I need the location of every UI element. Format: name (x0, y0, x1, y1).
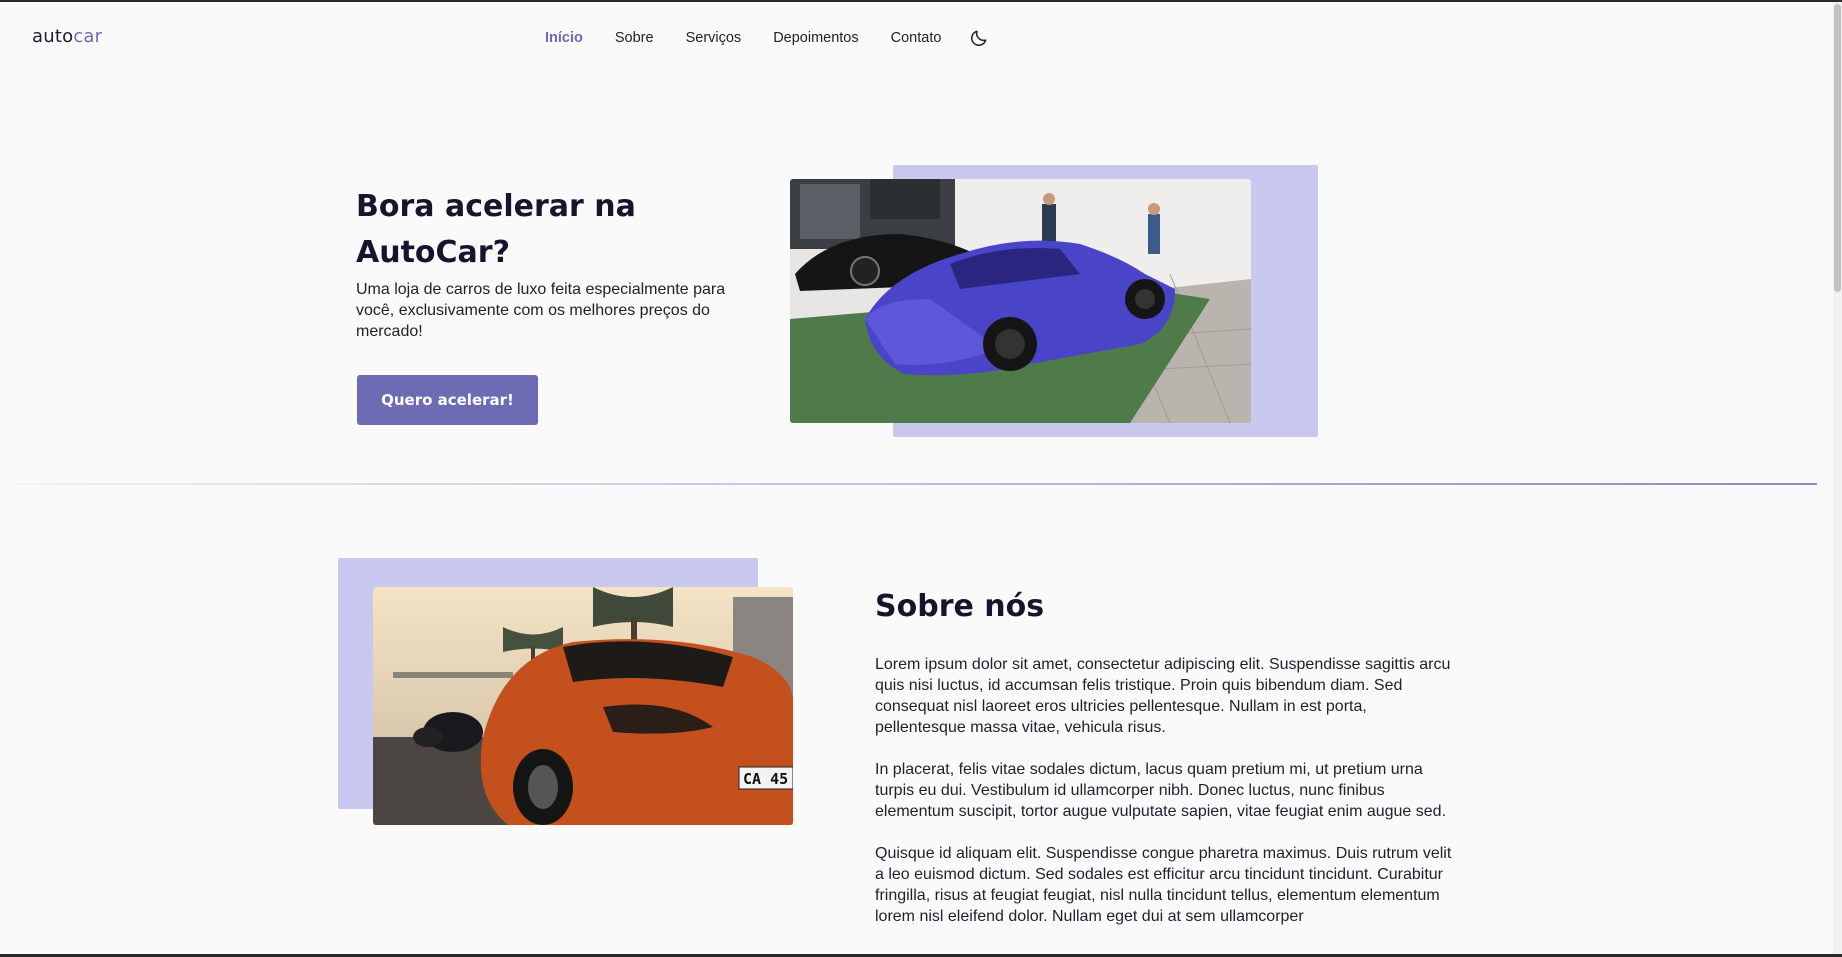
hero-title: Bora acelerar na AutoCar? (356, 189, 636, 270)
logo[interactable]: autocar (32, 26, 102, 47)
license-plate-text: CA 45 (743, 770, 788, 788)
about-paragraph: Lorem ipsum dolor sit amet, consectetur … (875, 656, 1451, 736)
hero-description: Uma loja de carros de luxo feita especia… (356, 281, 726, 340)
about-title: Sobre nós (875, 589, 1045, 624)
about-text: Lorem ipsum dolor sit amet, consectetur … (875, 654, 1455, 948)
nav-link-contato[interactable]: Contato (891, 30, 942, 46)
scrollbar-thumb[interactable] (1834, 4, 1841, 292)
nav-link-depoimentos[interactable]: Depoimentos (773, 30, 858, 46)
section-divider (16, 483, 1817, 485)
page: autocar Início Sobre Serviços Depoimento… (0, 2, 1842, 954)
hero-car-image (790, 179, 1251, 423)
hero-cta-button[interactable]: Quero acelerar! (357, 375, 538, 425)
nav-link-servicos[interactable]: Serviços (686, 30, 742, 46)
logo-prefix: auto (32, 26, 74, 47)
about-paragraph: Quisque id aliquam elit. Suspendisse con… (875, 845, 1452, 925)
vertical-scrollbar[interactable] (1833, 2, 1842, 954)
about-paragraph: In placerat, felis vitae sodales dictum,… (875, 761, 1447, 820)
nav-link-sobre[interactable]: Sobre (615, 30, 654, 46)
about-car-image: CA 45 (373, 587, 793, 825)
logo-suffix: car (73, 26, 103, 47)
nav-link-inicio[interactable]: Início (545, 30, 583, 46)
main-nav: Início Sobre Serviços Depoimentos Contat… (545, 28, 989, 48)
moon-icon[interactable] (969, 28, 989, 48)
